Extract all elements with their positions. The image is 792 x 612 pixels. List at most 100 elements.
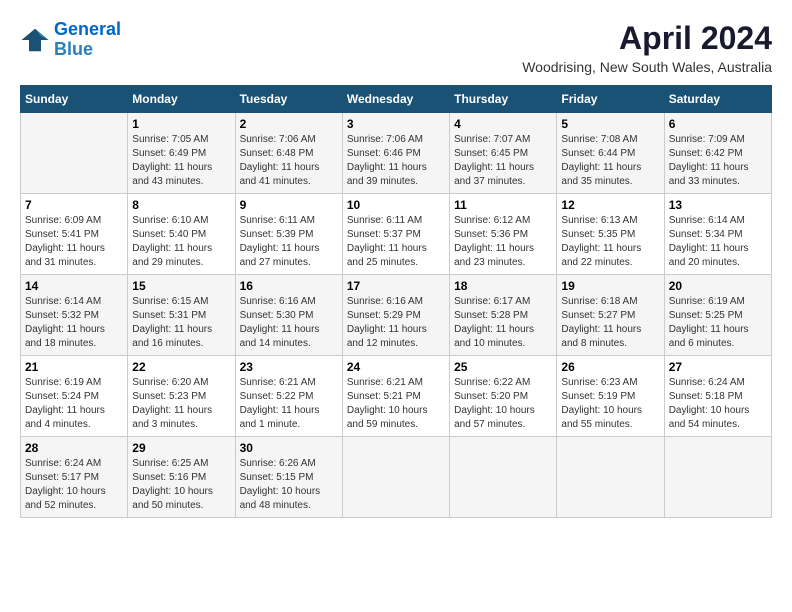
calendar-cell	[342, 437, 449, 518]
calendar-cell: 11 Sunrise: 6:12 AM Sunset: 5:36 PM Dayli…	[450, 194, 557, 275]
calendar-cell: 19 Sunrise: 6:18 AM Sunset: 5:27 PM Dayli…	[557, 275, 664, 356]
day-number: 23	[240, 360, 338, 374]
day-number: 16	[240, 279, 338, 293]
day-info: Sunrise: 6:19 AM Sunset: 5:24 PM Dayligh…	[25, 376, 123, 432]
day-number: 3	[347, 117, 445, 131]
calendar-cell: 23Sunrise: 6:21 AM Sunset: 5:22 PM Dayli…	[235, 356, 342, 437]
day-info: Sunrise: 6:16 AM Sunset: 5:30 PM Dayligh…	[240, 295, 338, 351]
day-number: 5	[561, 117, 659, 131]
calendar-cell: 28 Sunrise: 6:24 AM Sunset: 5:17 PM Dayli…	[21, 437, 128, 518]
day-number: 19	[561, 279, 659, 293]
calendar-cell: 7 Sunrise: 6:09 AM Sunset: 5:41 PM Daylig…	[21, 194, 128, 275]
calendar-week-row: 14 Sunrise: 6:14 AM Sunset: 5:32 PM Dayli…	[21, 275, 772, 356]
day-info: Sunrise: 6:09 AM Sunset: 5:41 PM Dayligh…	[25, 214, 123, 270]
day-info: Sunrise: 6:15 AM Sunset: 5:31 PM Dayligh…	[132, 295, 230, 351]
header-friday: Friday	[557, 86, 664, 113]
day-info: Sunrise: 7:07 AM Sunset: 6:45 PM Dayligh…	[454, 133, 552, 189]
day-number: 21	[25, 360, 123, 374]
calendar-cell: 12 Sunrise: 6:13 AM Sunset: 5:35 PM Dayli…	[557, 194, 664, 275]
header-monday: Monday	[128, 86, 235, 113]
calendar-cell: 25 Sunrise: 6:22 AM Sunset: 5:20 PM Dayli…	[450, 356, 557, 437]
calendar-cell: 21 Sunrise: 6:19 AM Sunset: 5:24 PM Dayli…	[21, 356, 128, 437]
calendar-cell: 8Sunrise: 6:10 AM Sunset: 5:40 PM Daylig…	[128, 194, 235, 275]
day-info: Sunrise: 7:05 AM Sunset: 6:49 PM Dayligh…	[132, 133, 230, 189]
day-number: 6	[669, 117, 767, 131]
day-info: Sunrise: 6:24 AM Sunset: 5:18 PM Dayligh…	[669, 376, 767, 432]
day-info: Sunrise: 6:24 AM Sunset: 5:17 PM Dayligh…	[25, 457, 123, 513]
logo-icon	[20, 25, 50, 55]
calendar-cell: 14 Sunrise: 6:14 AM Sunset: 5:32 PM Dayli…	[21, 275, 128, 356]
day-number: 14	[25, 279, 123, 293]
day-info: Sunrise: 6:20 AM Sunset: 5:23 PM Dayligh…	[132, 376, 230, 432]
calendar-cell: 3 Sunrise: 7:06 AM Sunset: 6:46 PM Daylig…	[342, 113, 449, 194]
calendar-week-row: 21 Sunrise: 6:19 AM Sunset: 5:24 PM Dayli…	[21, 356, 772, 437]
location: Woodrising, New South Wales, Australia	[522, 59, 772, 75]
calendar-cell: 20Sunrise: 6:19 AM Sunset: 5:25 PM Dayli…	[664, 275, 771, 356]
day-number: 29	[132, 441, 230, 455]
day-info: Sunrise: 7:09 AM Sunset: 6:42 PM Dayligh…	[669, 133, 767, 189]
calendar-cell: 1Sunrise: 7:05 AM Sunset: 6:49 PM Daylig…	[128, 113, 235, 194]
header-sunday: Sunday	[21, 86, 128, 113]
day-info: Sunrise: 6:14 AM Sunset: 5:32 PM Dayligh…	[25, 295, 123, 351]
calendar-cell	[21, 113, 128, 194]
day-number: 12	[561, 198, 659, 212]
day-number: 15	[132, 279, 230, 293]
calendar-header-row: Sunday Monday Tuesday Wednesday Thursday…	[21, 86, 772, 113]
day-number: 9	[240, 198, 338, 212]
day-info: Sunrise: 6:18 AM Sunset: 5:27 PM Dayligh…	[561, 295, 659, 351]
header-tuesday: Tuesday	[235, 86, 342, 113]
day-info: Sunrise: 6:16 AM Sunset: 5:29 PM Dayligh…	[347, 295, 445, 351]
day-info: Sunrise: 7:06 AM Sunset: 6:46 PM Dayligh…	[347, 133, 445, 189]
calendar-cell: 27 Sunrise: 6:24 AM Sunset: 5:18 PM Dayli…	[664, 356, 771, 437]
day-number: 7	[25, 198, 123, 212]
calendar-cell: 22 Sunrise: 6:20 AM Sunset: 5:23 PM Dayli…	[128, 356, 235, 437]
day-number: 26	[561, 360, 659, 374]
day-info: Sunrise: 6:13 AM Sunset: 5:35 PM Dayligh…	[561, 214, 659, 270]
calendar-cell: 15 Sunrise: 6:15 AM Sunset: 5:31 PM Dayli…	[128, 275, 235, 356]
title-section: April 2024 Woodrising, New South Wales, …	[522, 20, 772, 75]
day-number: 4	[454, 117, 552, 131]
day-info: Sunrise: 6:23 AM Sunset: 5:19 PM Dayligh…	[561, 376, 659, 432]
calendar-cell: 29 Sunrise: 6:25 AM Sunset: 5:16 PM Dayli…	[128, 437, 235, 518]
calendar-cell: 13 Sunrise: 6:14 AM Sunset: 5:34 PM Dayli…	[664, 194, 771, 275]
day-number: 17	[347, 279, 445, 293]
calendar-cell	[557, 437, 664, 518]
calendar-week-row: 1Sunrise: 7:05 AM Sunset: 6:49 PM Daylig…	[21, 113, 772, 194]
calendar-cell: 10Sunrise: 6:11 AM Sunset: 5:37 PM Dayli…	[342, 194, 449, 275]
day-number: 22	[132, 360, 230, 374]
day-info: Sunrise: 6:26 AM Sunset: 5:15 PM Dayligh…	[240, 457, 338, 513]
day-info: Sunrise: 7:08 AM Sunset: 6:44 PM Dayligh…	[561, 133, 659, 189]
day-info: Sunrise: 6:22 AM Sunset: 5:20 PM Dayligh…	[454, 376, 552, 432]
calendar-cell: 16 Sunrise: 6:16 AM Sunset: 5:30 PM Dayli…	[235, 275, 342, 356]
calendar-cell: 17 Sunrise: 6:16 AM Sunset: 5:29 PM Dayli…	[342, 275, 449, 356]
day-number: 18	[454, 279, 552, 293]
day-number: 25	[454, 360, 552, 374]
calendar-cell	[664, 437, 771, 518]
day-number: 27	[669, 360, 767, 374]
day-info: Sunrise: 6:25 AM Sunset: 5:16 PM Dayligh…	[132, 457, 230, 513]
day-number: 20	[669, 279, 767, 293]
month-title: April 2024	[522, 20, 772, 57]
header-saturday: Saturday	[664, 86, 771, 113]
day-info: Sunrise: 7:06 AM Sunset: 6:48 PM Dayligh…	[240, 133, 338, 189]
day-info: Sunrise: 6:14 AM Sunset: 5:34 PM Dayligh…	[669, 214, 767, 270]
calendar-cell: 18Sunrise: 6:17 AM Sunset: 5:28 PM Dayli…	[450, 275, 557, 356]
logo-text: GeneralBlue	[54, 20, 121, 60]
day-info: Sunrise: 6:11 AM Sunset: 5:37 PM Dayligh…	[347, 214, 445, 270]
calendar-cell: 24 Sunrise: 6:21 AM Sunset: 5:21 PM Dayli…	[342, 356, 449, 437]
day-number: 13	[669, 198, 767, 212]
calendar-cell	[450, 437, 557, 518]
day-number: 11	[454, 198, 552, 212]
calendar-cell: 5 Sunrise: 7:08 AM Sunset: 6:44 PM Daylig…	[557, 113, 664, 194]
day-number: 30	[240, 441, 338, 455]
day-info: Sunrise: 6:12 AM Sunset: 5:36 PM Dayligh…	[454, 214, 552, 270]
calendar-cell: 4 Sunrise: 7:07 AM Sunset: 6:45 PM Daylig…	[450, 113, 557, 194]
page-header: GeneralBlue April 2024 Woodrising, New S…	[20, 20, 772, 75]
day-number: 24	[347, 360, 445, 374]
calendar-week-row: 7 Sunrise: 6:09 AM Sunset: 5:41 PM Daylig…	[21, 194, 772, 275]
day-number: 28	[25, 441, 123, 455]
calendar-cell: 26 Sunrise: 6:23 AM Sunset: 5:19 PM Dayli…	[557, 356, 664, 437]
calendar-cell: 6 Sunrise: 7:09 AM Sunset: 6:42 PM Daylig…	[664, 113, 771, 194]
day-number: 2	[240, 117, 338, 131]
day-info: Sunrise: 6:21 AM Sunset: 5:21 PM Dayligh…	[347, 376, 445, 432]
